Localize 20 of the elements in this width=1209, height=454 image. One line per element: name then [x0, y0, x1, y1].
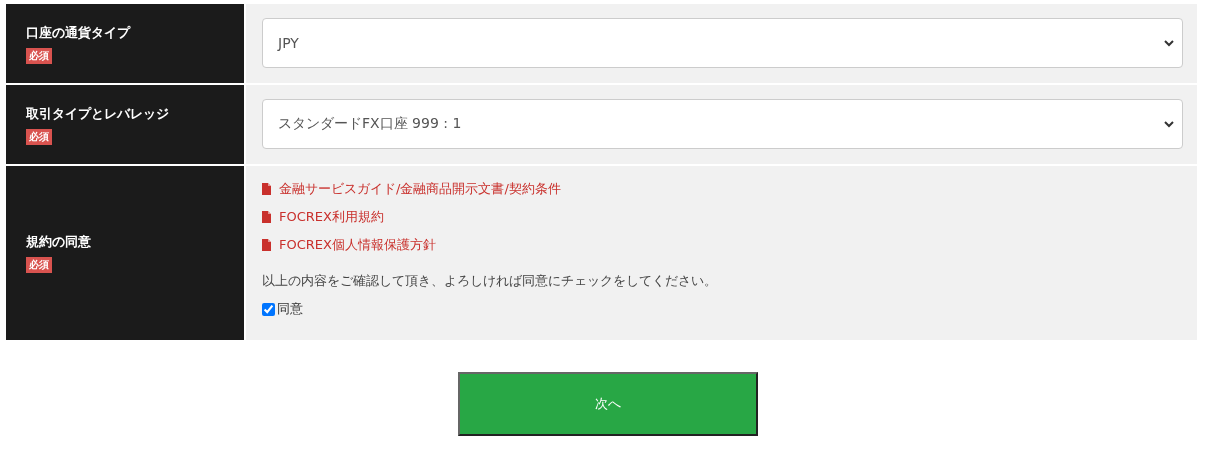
required-badge: 必須	[26, 47, 52, 64]
agree-checkbox[interactable]	[262, 302, 275, 316]
chevron-down-icon	[1164, 39, 1174, 47]
checkbox-label: 同意	[277, 300, 303, 318]
field-label: 規約の同意	[26, 233, 92, 251]
field-label: 口座の通貨タイプ	[26, 23, 132, 42]
field-label: 取引タイプとレバレッジ	[26, 104, 170, 123]
select-field[interactable]: JPY	[262, 18, 1183, 68]
document-link[interactable]: FOCREX個人情報保護方針	[262, 236, 436, 254]
document-icon	[262, 239, 271, 251]
select-field[interactable]: スタンダードFX口座 999 : 1	[262, 99, 1183, 149]
document-link[interactable]: FOCREX利用規約	[262, 208, 384, 226]
instruction-text: 以上の内容をご確認して頂き、よろしければ同意にチェックをしてください。	[262, 272, 718, 290]
chevron-down-icon	[1164, 120, 1174, 128]
document-icon	[262, 183, 271, 195]
next-button[interactable]: 次へ	[457, 372, 758, 436]
document-icon	[262, 211, 271, 223]
required-badge: 必須	[26, 257, 52, 273]
required-badge: 必須	[26, 128, 52, 145]
document-link[interactable]: 金融サービスガイド/金融商品開示文書/契約条件	[262, 180, 561, 198]
